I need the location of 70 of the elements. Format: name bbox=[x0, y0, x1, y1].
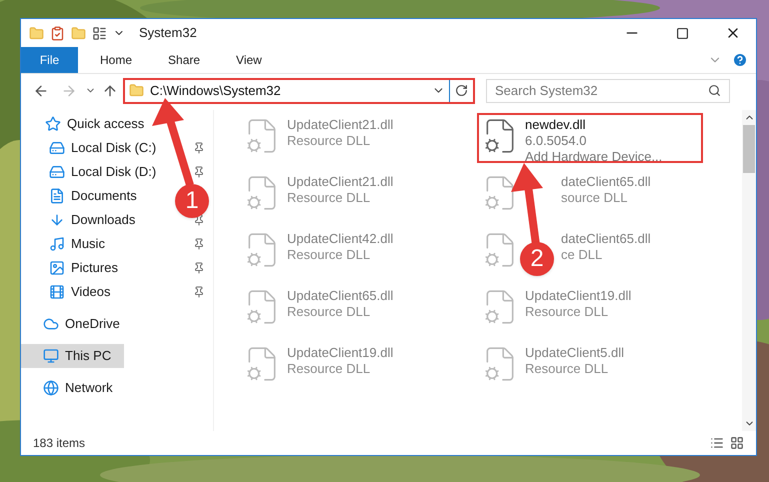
pin-icon[interactable] bbox=[193, 262, 205, 274]
pin-icon[interactable] bbox=[193, 142, 205, 154]
ribbon-tab[interactable]: View bbox=[222, 47, 276, 73]
details-view-icon[interactable] bbox=[710, 436, 724, 450]
search-icon[interactable] bbox=[708, 84, 721, 97]
window-title: System32 bbox=[139, 24, 197, 42]
star-icon bbox=[45, 116, 61, 132]
up-icon[interactable] bbox=[102, 82, 118, 98]
ribbon-tab[interactable]: Home bbox=[86, 47, 146, 73]
file-name: UpdateClient21.dll bbox=[287, 117, 394, 133]
pin-icon[interactable] bbox=[193, 166, 205, 178]
sidebar-item[interactable]: Music bbox=[49, 232, 105, 256]
scroll-thumb[interactable] bbox=[743, 125, 755, 173]
file-name: dateClient65.dll bbox=[561, 231, 651, 247]
sidebar-item[interactable]: OneDrive bbox=[43, 312, 120, 336]
file-name: UpdateClient42.dll bbox=[287, 231, 394, 247]
refresh-icon[interactable] bbox=[455, 84, 468, 97]
file-name: dateClient65.dll bbox=[561, 174, 651, 190]
address-field[interactable]: C:\Windows\System32 bbox=[123, 78, 475, 104]
file-detail: Resource DLL bbox=[287, 190, 372, 206]
item-count: 183 items bbox=[33, 435, 86, 452]
file-detail: Resource DLL bbox=[287, 361, 372, 377]
file-detail: 6.0.5054.0 bbox=[525, 133, 588, 149]
sidebar-item[interactable]: Downloads bbox=[49, 208, 136, 232]
file-name: newdev.dll bbox=[525, 117, 586, 133]
help-icon[interactable] bbox=[732, 52, 748, 68]
file-detail: Resource DLL bbox=[287, 133, 372, 149]
globe-icon bbox=[43, 380, 59, 396]
search-field[interactable]: Search System32 bbox=[486, 78, 730, 102]
monitor-icon bbox=[43, 348, 59, 364]
file-detail: Add Hardware Device... bbox=[525, 149, 662, 165]
folder-icon bbox=[129, 83, 144, 98]
sidebar-item[interactable]: Network bbox=[43, 376, 113, 400]
ribbon-tab[interactable]: File bbox=[21, 47, 78, 73]
document-icon bbox=[49, 188, 65, 204]
file-detail: source DLL bbox=[561, 190, 628, 206]
file-name: UpdateClient21.dll bbox=[287, 174, 394, 190]
drive-icon bbox=[49, 164, 65, 180]
maximize-icon[interactable] bbox=[676, 26, 689, 40]
pin-icon[interactable] bbox=[193, 286, 205, 298]
file-name: UpdateClient65.dll bbox=[287, 288, 394, 304]
sidebar-item[interactable]: Documents bbox=[49, 184, 137, 208]
drive-icon bbox=[49, 140, 65, 156]
sidebar-item[interactable]: Pictures bbox=[49, 256, 118, 280]
film-icon bbox=[49, 284, 65, 300]
file-detail: ce DLL bbox=[561, 247, 604, 263]
cloud-icon bbox=[43, 316, 59, 332]
sidebar-item[interactable]: This PC bbox=[21, 344, 124, 368]
sidebar-item[interactable]: Videos bbox=[49, 280, 111, 304]
tiles-view-icon[interactable] bbox=[730, 436, 744, 450]
search-input[interactable]: Search System32 bbox=[487, 80, 708, 100]
scrollbar[interactable] bbox=[742, 110, 756, 431]
file-name: UpdateClient19.dll bbox=[525, 288, 632, 304]
file-detail: Resource DLL bbox=[525, 304, 610, 320]
properties-icon[interactable] bbox=[92, 26, 107, 40]
music-note-icon bbox=[49, 236, 65, 252]
file-name: UpdateClient5.dll bbox=[525, 345, 624, 361]
file-detail: Resource DLL bbox=[287, 304, 372, 320]
file-item[interactable]: newdev.dll 6.0.5054.0 Add Hardware Device... bbox=[477, 113, 703, 163]
back-icon[interactable] bbox=[33, 82, 49, 98]
checklist-icon[interactable] bbox=[50, 26, 65, 40]
pin-icon[interactable] bbox=[193, 238, 205, 250]
file-name: UpdateClient19.dll bbox=[287, 345, 394, 361]
file-detail: Resource DLL bbox=[525, 361, 610, 377]
file-detail: Resource DLL bbox=[287, 247, 372, 263]
sidebar-item[interactable]: Local Disk (D:) bbox=[49, 160, 156, 184]
sidebar-item[interactable]: Quick access bbox=[45, 112, 144, 136]
sidebar-item[interactable]: Local Disk (C:) bbox=[49, 136, 156, 160]
image-icon bbox=[49, 260, 65, 276]
ribbon-tab[interactable]: Share bbox=[154, 47, 214, 73]
